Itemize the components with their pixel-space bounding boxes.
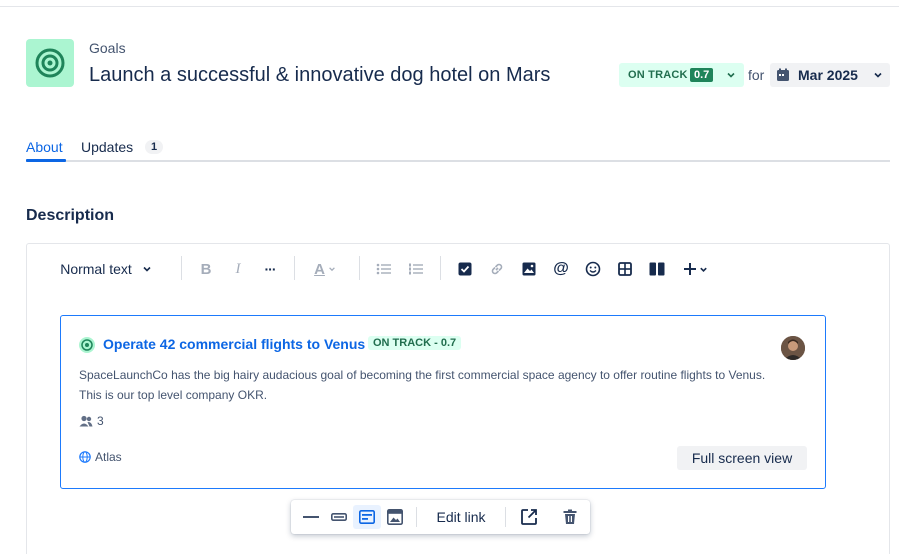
- bold-icon[interactable]: B: [195, 258, 217, 280]
- layout-columns-icon[interactable]: [646, 258, 668, 280]
- card-members: 3: [79, 414, 104, 428]
- image-icon[interactable]: [518, 258, 540, 280]
- globe-icon: [79, 451, 91, 463]
- toolbar-separator: [416, 507, 417, 527]
- status-dropdown[interactable]: ON TRACK 0.7: [619, 63, 744, 87]
- active-tab-indicator: [26, 159, 66, 162]
- inline-view-icon[interactable]: [297, 505, 325, 529]
- emoji-icon[interactable]: [582, 258, 604, 280]
- breadcrumb[interactable]: Goals: [89, 40, 126, 56]
- target-date-label: Mar 2025: [798, 67, 858, 83]
- mention-icon[interactable]: @: [550, 258, 572, 280]
- link-icon[interactable]: [486, 258, 508, 280]
- chevron-down-icon: [143, 266, 151, 272]
- embed-view-icon[interactable]: [381, 505, 409, 529]
- status-label: ON TRACK: [628, 69, 688, 81]
- edit-link-label: Edit link: [436, 509, 486, 525]
- tab-updates[interactable]: Updates: [81, 139, 133, 155]
- source-name: Atlas: [95, 450, 122, 464]
- text-style-dropdown[interactable]: Normal text: [50, 258, 162, 280]
- numbered-list-icon[interactable]: [405, 258, 427, 280]
- table-icon[interactable]: [614, 258, 636, 280]
- tabs-divider: [26, 160, 890, 162]
- open-link-icon[interactable]: [515, 505, 543, 529]
- toolbar-separator: [505, 507, 506, 527]
- avatar[interactable]: [781, 336, 805, 360]
- card-source: Atlas: [79, 450, 122, 464]
- toolbar-separator: [440, 256, 441, 280]
- insert-more-icon[interactable]: [678, 258, 712, 280]
- page-title: Launch a successful & innovative dog hot…: [89, 64, 551, 86]
- target-date-button[interactable]: Mar 2025: [770, 63, 890, 87]
- card-view-icon[interactable]: [353, 505, 381, 529]
- bullet-list-icon[interactable]: [373, 258, 395, 280]
- full-screen-view-button[interactable]: Full screen view: [677, 446, 807, 470]
- text-color-icon[interactable]: A: [308, 258, 342, 280]
- italic-icon[interactable]: I: [227, 258, 249, 280]
- block-view-icon[interactable]: [325, 505, 353, 529]
- top-divider: [0, 6, 899, 7]
- more-formatting-icon[interactable]: ···: [259, 258, 281, 280]
- delete-icon[interactable]: [556, 505, 584, 529]
- description-heading: Description: [26, 207, 115, 224]
- goal-target-icon: [79, 337, 95, 353]
- goal-target-icon: [26, 39, 74, 87]
- updates-count-badge: 1: [145, 140, 164, 154]
- toolbar-separator: [294, 256, 295, 280]
- card-status-badge: ON TRACK - 0.7: [368, 336, 462, 350]
- tab-about[interactable]: About: [26, 139, 63, 155]
- chevron-down-icon: [727, 72, 735, 78]
- task-checkbox-icon[interactable]: [454, 258, 476, 280]
- edit-link-button[interactable]: Edit link: [429, 505, 493, 529]
- members-count: 3: [97, 414, 104, 428]
- status-score-badge: 0.7: [690, 68, 714, 82]
- text-style-label: Normal text: [60, 261, 132, 277]
- link-appearance-toolbar: Edit link: [291, 500, 590, 534]
- people-icon: [79, 415, 93, 427]
- toolbar-separator: [181, 256, 182, 280]
- card-goal-title[interactable]: Operate 42 commercial flights to Venus: [103, 336, 365, 352]
- toolbar-separator: [359, 256, 360, 280]
- chevron-down-icon: [874, 72, 882, 78]
- calendar-icon: [777, 68, 789, 81]
- for-label: for: [748, 67, 765, 83]
- card-description: SpaceLaunchCo has the big hairy audaciou…: [79, 368, 766, 402]
